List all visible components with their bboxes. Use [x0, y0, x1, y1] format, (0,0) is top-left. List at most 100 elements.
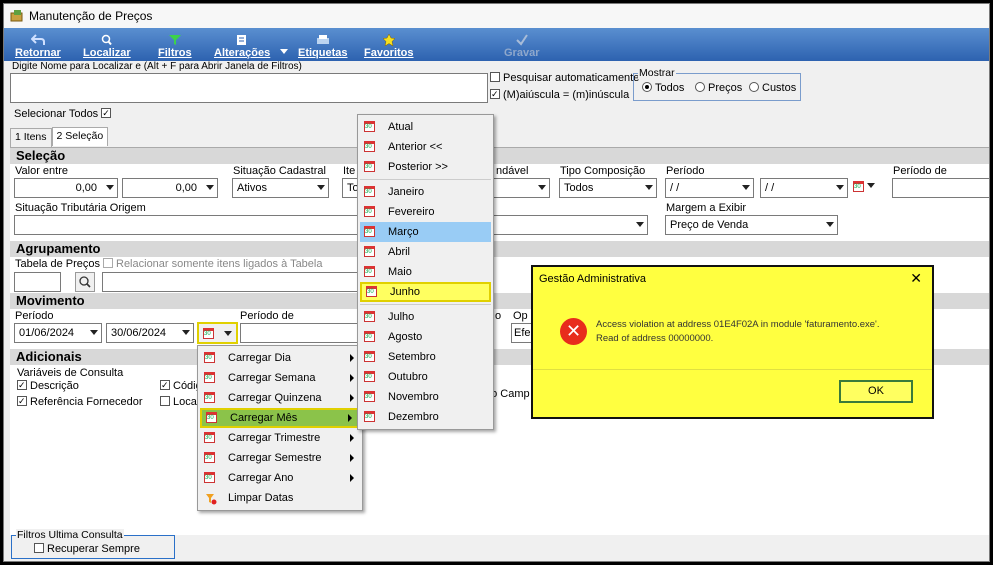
- month-janeiro[interactable]: Janeiro: [360, 182, 491, 202]
- month-maio[interactable]: Maio: [360, 262, 491, 282]
- chevron-down-icon[interactable]: [836, 185, 844, 190]
- calendar-icon: [364, 246, 375, 257]
- select-all[interactable]: Selecionar Todos: [14, 108, 114, 120]
- case-check[interactable]: [490, 89, 500, 99]
- menu-carregar-trimestre[interactable]: Carregar Trimestre: [200, 428, 360, 448]
- tabela-precos-input[interactable]: [14, 272, 61, 292]
- auto-search-checkbox[interactable]: Pesquisar automaticamente: [490, 72, 639, 84]
- chevron-down-icon[interactable]: [90, 330, 98, 335]
- alteracoes-dropdown-icon[interactable]: [280, 46, 288, 58]
- descricao-checkbox[interactable]: Descrição: [17, 380, 79, 392]
- tabela-search-button[interactable]: [75, 272, 95, 292]
- month-dezembro[interactable]: Dezembro: [360, 407, 491, 427]
- menu-carregar-ano[interactable]: Carregar Ano: [200, 468, 360, 488]
- ok-button[interactable]: OK: [839, 380, 913, 403]
- movimento-calendar-button[interactable]: [197, 322, 238, 344]
- chevron-down-icon[interactable]: [106, 185, 114, 190]
- month-marco[interactable]: Março: [360, 222, 491, 242]
- month-setembro[interactable]: Setembro: [360, 347, 491, 367]
- month-agosto[interactable]: Agosto: [360, 327, 491, 347]
- select-all-check[interactable]: [101, 108, 112, 118]
- radio-todos[interactable]: Todos: [642, 82, 684, 94]
- vendavel-select[interactable]: [494, 178, 550, 198]
- month-atual[interactable]: Atual: [360, 117, 491, 137]
- recuperar-checkbox[interactable]: Recuperar Sempre: [34, 543, 140, 555]
- alteracoes-button[interactable]: Alterações: [214, 34, 270, 59]
- month-outubro[interactable]: Outubro: [360, 367, 491, 387]
- search-input[interactable]: [10, 73, 488, 103]
- referencia-checkbox[interactable]: Referência Fornecedor: [17, 396, 143, 408]
- menu-carregar-dia[interactable]: Carregar Dia: [200, 348, 360, 368]
- gravar-button[interactable]: Gravar: [504, 34, 539, 59]
- radio-precos-dot[interactable]: [695, 82, 705, 92]
- referencia-check[interactable]: [17, 396, 27, 406]
- month-anterior[interactable]: Anterior <<: [360, 137, 491, 157]
- local-checkbox[interactable]: Loca: [160, 396, 197, 408]
- codigo-checkbox[interactable]: Códig: [160, 380, 202, 392]
- window-title: Manutenção de Preços: [29, 9, 153, 23]
- tab-bar: 1 Itens 2 Seleção: [10, 127, 109, 147]
- month-julho[interactable]: Julho: [360, 307, 491, 327]
- menu-carregar-quinzena[interactable]: Carregar Quinzena: [200, 388, 360, 408]
- menu-carregar-semana[interactable]: Carregar Semana: [200, 368, 360, 388]
- calendar-icon: [364, 331, 375, 342]
- chevron-down-icon[interactable]: [645, 185, 653, 190]
- margem-exibir-select[interactable]: Preço de Venda: [665, 215, 838, 235]
- radio-precos[interactable]: Preços: [695, 82, 742, 94]
- calendar-icon: [206, 412, 217, 423]
- radio-todos-dot[interactable]: [642, 82, 652, 92]
- auto-search-check[interactable]: [490, 72, 500, 82]
- favoritos-button[interactable]: Favoritos: [364, 33, 414, 59]
- situacao-tributaria-select-end[interactable]: [494, 215, 648, 235]
- chevron-down-icon[interactable]: [742, 185, 750, 190]
- retornar-button[interactable]: Retornar: [15, 34, 61, 59]
- chevron-down-icon[interactable]: [206, 185, 214, 190]
- localizar-button[interactable]: Localizar: [83, 34, 131, 59]
- tipo-composicao-select[interactable]: Todos: [559, 178, 657, 198]
- chevron-down-icon[interactable]: [317, 185, 325, 190]
- chevron-down-icon[interactable]: [182, 330, 190, 335]
- radio-custos-dot[interactable]: [749, 82, 759, 92]
- movimento-data-fim[interactable]: 30/06/2024: [106, 323, 194, 343]
- radio-custos[interactable]: Custos: [749, 82, 796, 94]
- tab-itens[interactable]: 1 Itens: [10, 128, 52, 147]
- calendar-icon: [364, 371, 375, 382]
- movimento-periodo-de-input[interactable]: [240, 323, 362, 343]
- situacao-cadastral-select[interactable]: Ativos: [232, 178, 329, 198]
- periodo-de-label: Período de: [893, 165, 947, 177]
- case-checkbox[interactable]: (M)aiúscula = (m)inúscula: [490, 89, 629, 101]
- relacionar-checkbox[interactable]: Relacionar somente itens ligados à Tabel…: [103, 258, 322, 270]
- filtros-button[interactable]: Filtros: [158, 34, 192, 59]
- movimento-op-select[interactable]: Efe: [511, 323, 531, 343]
- periodo-fim-input[interactable]: / /: [760, 178, 848, 198]
- periodo-calendar-button[interactable]: [853, 180, 876, 192]
- periodo-ini-input[interactable]: / /: [665, 178, 754, 198]
- month-abril[interactable]: Abril: [360, 242, 491, 262]
- movimento-data-ini[interactable]: 01/06/2024: [14, 323, 102, 343]
- valor-min-input[interactable]: 0,00: [14, 178, 118, 198]
- chevron-down-icon[interactable]: [826, 222, 834, 227]
- toolbar: Retornar Localizar Filtros Alterações Et…: [4, 28, 989, 61]
- tab-selecao[interactable]: 2 Seleção: [51, 127, 109, 146]
- local-check[interactable]: [160, 396, 170, 406]
- month-junho[interactable]: Junho: [360, 282, 491, 302]
- calendar-icon: [204, 472, 215, 483]
- valor-max-input[interactable]: 0,00: [122, 178, 218, 198]
- month-novembro[interactable]: Novembro: [360, 387, 491, 407]
- recuperar-check[interactable]: [34, 543, 44, 553]
- codigo-check[interactable]: [160, 380, 170, 390]
- menu-carregar-mes[interactable]: Carregar Mês: [200, 408, 360, 428]
- descricao-check[interactable]: [17, 380, 27, 390]
- menu-limpar-datas[interactable]: Limpar Datas: [200, 488, 360, 508]
- etiquetas-button[interactable]: Etiquetas: [298, 34, 348, 59]
- chevron-down-icon[interactable]: [636, 222, 644, 227]
- month-posterior[interactable]: Posterior >>: [360, 157, 491, 177]
- section-selecao: Seleção: [10, 148, 989, 164]
- menu-carregar-semestre[interactable]: Carregar Semestre: [200, 448, 360, 468]
- chevron-down-icon[interactable]: [538, 185, 546, 190]
- close-icon[interactable]: ✕: [910, 270, 922, 287]
- month-fevereiro[interactable]: Fevereiro: [360, 202, 491, 222]
- relacionar-check[interactable]: [103, 258, 113, 268]
- periodo-de-input[interactable]: [892, 178, 989, 198]
- situacao-tributaria-select[interactable]: [14, 215, 362, 235]
